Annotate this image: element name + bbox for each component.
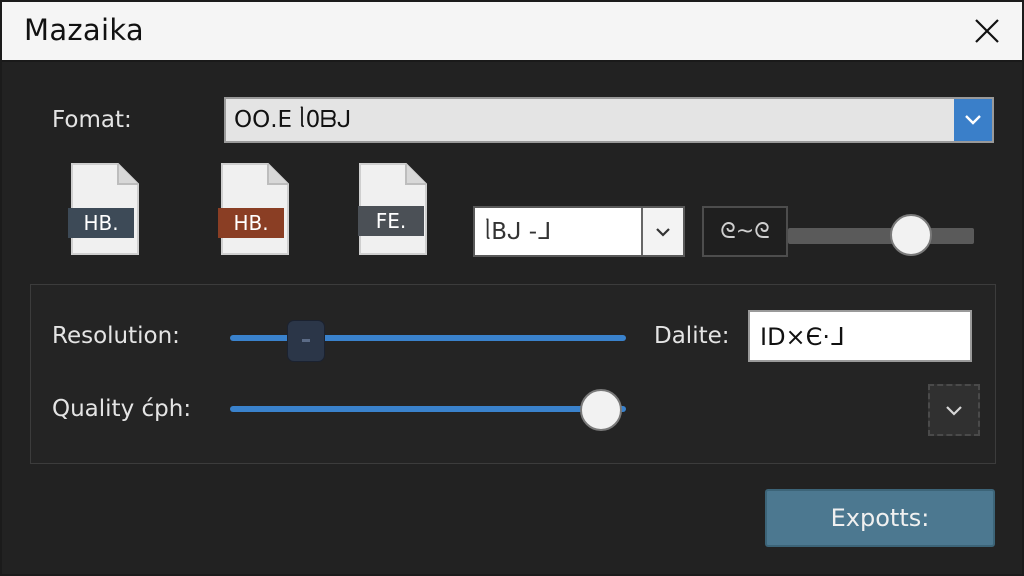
document-icon: HB. xyxy=(68,163,139,255)
link-toggle[interactable]: ᘓ~ᘓ xyxy=(702,206,788,257)
close-button[interactable] xyxy=(960,6,1014,56)
document-icon: HB. xyxy=(218,163,289,255)
file-icon-label: FE. xyxy=(376,209,407,233)
preset-dropdown-arrow[interactable] xyxy=(641,208,683,255)
chevron-down-icon xyxy=(656,227,670,237)
format-label: Fomat: xyxy=(52,107,132,133)
chevron-down-icon xyxy=(946,405,962,416)
top-slider-track[interactable] xyxy=(788,228,974,244)
preset-dropdown[interactable]: ᥣBᒍ -ᒧ xyxy=(473,206,685,257)
resolution-label: Resolution: xyxy=(52,323,180,349)
quality-slider-track[interactable] xyxy=(230,406,626,412)
resolution-slider-thumb[interactable] xyxy=(287,320,325,362)
chevron-down-icon xyxy=(965,115,981,125)
expand-button[interactable] xyxy=(928,384,980,436)
export-dialog: Mazaika Fomat: ՕՕ.Ε ᥣ0ᗷᒍ HB. HB. FE. ᥣBᒍ… xyxy=(0,0,1024,576)
format-dropdown-value: ՕՕ.Ε ᥣ0ᗷᒍ xyxy=(234,107,352,133)
title-bar: Mazaika xyxy=(2,2,1022,62)
dalite-input[interactable]: ID×Є·ᒧ xyxy=(748,310,972,362)
dalite-label: Dalite: xyxy=(654,323,730,349)
file-icon-label: HB. xyxy=(233,211,268,235)
grip-icon xyxy=(302,339,310,342)
format-dropdown[interactable]: ՕՕ.Ε ᥣ0ᗷᒍ xyxy=(224,97,994,143)
format-dropdown-arrow[interactable] xyxy=(954,99,992,141)
file-icon-label: HB. xyxy=(83,211,118,235)
file-icon-hb-dark[interactable]: HB. xyxy=(68,162,142,256)
window-title: Mazaika xyxy=(24,13,144,47)
export-button[interactable]: Expotts: xyxy=(765,489,995,547)
file-icon-fe[interactable]: FE. xyxy=(356,162,430,256)
preset-dropdown-value: ᥣBᒍ -ᒧ xyxy=(485,219,552,245)
dalite-input-value: ID×Є·ᒧ xyxy=(760,323,845,351)
link-toggle-text: ᘓ~ᘓ xyxy=(720,219,770,244)
document-icon: FE. xyxy=(358,163,427,255)
quality-label: Quality ćph: xyxy=(52,396,192,422)
close-icon xyxy=(975,19,999,43)
top-slider-thumb[interactable] xyxy=(890,214,932,256)
file-icon-hb-brown[interactable]: HB. xyxy=(218,162,292,256)
quality-slider-thumb[interactable] xyxy=(580,389,622,431)
